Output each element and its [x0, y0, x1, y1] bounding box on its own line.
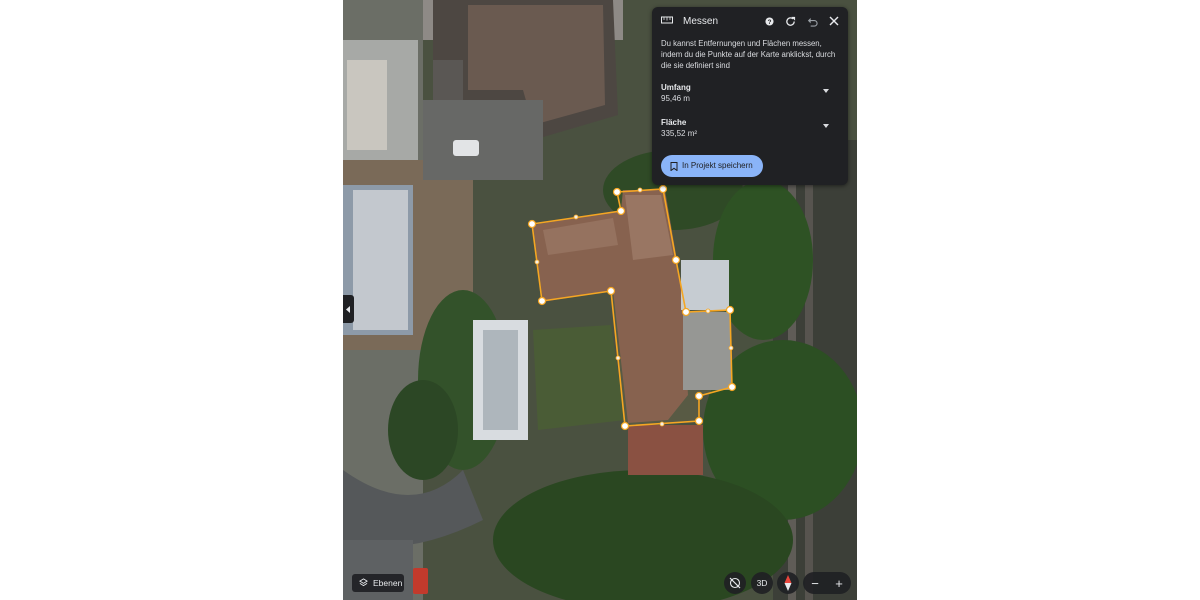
- tilt-toggle-button[interactable]: [724, 572, 746, 594]
- vertex-handle[interactable]: [727, 382, 737, 392]
- layers-label: Ebenen: [373, 578, 403, 588]
- ruler-icon: [661, 16, 673, 24]
- svg-text:?: ?: [767, 18, 771, 25]
- vertex-handle[interactable]: [694, 391, 704, 401]
- vertex-handle[interactable]: [616, 206, 626, 216]
- vertex-handle[interactable]: [681, 307, 691, 317]
- view-3d-label: 3D: [756, 578, 768, 588]
- vertex-handle[interactable]: [671, 255, 681, 265]
- midpoint-handle[interactable]: [728, 345, 734, 351]
- perimeter-label: Umfang: [661, 83, 691, 92]
- midpoint-handle[interactable]: [573, 214, 579, 220]
- perimeter-value: 95,46 m: [661, 94, 690, 103]
- bookmark-icon: [670, 162, 678, 171]
- area-value: 335,52 m²: [661, 129, 698, 138]
- save-to-project-label: In Projekt speichern: [682, 161, 753, 170]
- help-button[interactable]: ?: [763, 15, 775, 27]
- vertex-handle[interactable]: [527, 219, 537, 229]
- vertex-handle[interactable]: [725, 305, 735, 315]
- caret-down-icon[interactable]: [823, 124, 829, 128]
- midpoint-handle[interactable]: [705, 308, 711, 314]
- expand-sidebar-button[interactable]: [343, 295, 354, 323]
- save-to-project-button[interactable]: In Projekt speichern: [661, 155, 763, 177]
- measure-panel-header: Messen ?: [652, 7, 848, 37]
- tilt-off-icon: [729, 577, 741, 589]
- measure-description: Du kannst Entfernungen und Flächen messe…: [661, 39, 836, 70]
- area-section[interactable]: Fläche 335,52 m²: [661, 118, 841, 142]
- midpoint-handle[interactable]: [615, 355, 621, 361]
- compass-icon: [784, 575, 792, 591]
- layers-button[interactable]: Ebenen: [352, 574, 404, 592]
- layers-icon: [359, 578, 368, 587]
- undo-icon: [807, 17, 818, 27]
- reset-button[interactable]: [784, 15, 796, 27]
- zoom-controls: − +: [803, 572, 851, 594]
- vertex-handle[interactable]: [537, 296, 547, 306]
- measure-panel: Messen ? Du kannst Entfernungen und Fläc…: [652, 7, 848, 185]
- compass-button[interactable]: [777, 572, 799, 594]
- midpoint-handle[interactable]: [637, 187, 643, 193]
- satellite-map[interactable]: Messen ? Du kannst Entfernungen und Fläc…: [343, 0, 857, 600]
- vertex-handle[interactable]: [658, 184, 668, 194]
- vertex-handle[interactable]: [694, 416, 704, 426]
- close-icon: [829, 16, 839, 26]
- area-label: Fläche: [661, 118, 687, 127]
- help-icon: ?: [764, 16, 774, 25]
- midpoint-handle[interactable]: [534, 259, 540, 265]
- zoom-out-button[interactable]: −: [803, 572, 827, 594]
- undo-button[interactable]: [806, 15, 818, 27]
- measure-panel-title: Messen: [683, 16, 719, 27]
- perimeter-section[interactable]: Umfang 95,46 m: [661, 83, 841, 107]
- vertex-handle[interactable]: [612, 187, 622, 197]
- vertex-handle[interactable]: [620, 421, 630, 431]
- zoom-in-button[interactable]: +: [827, 572, 851, 594]
- refresh-icon: [785, 16, 795, 26]
- chevron-left-icon: [346, 305, 350, 313]
- midpoint-handle[interactable]: [659, 421, 665, 427]
- close-button[interactable]: [828, 15, 840, 27]
- view-3d-button[interactable]: 3D: [751, 572, 773, 594]
- vertex-handle[interactable]: [606, 286, 616, 296]
- caret-down-icon[interactable]: [823, 89, 829, 93]
